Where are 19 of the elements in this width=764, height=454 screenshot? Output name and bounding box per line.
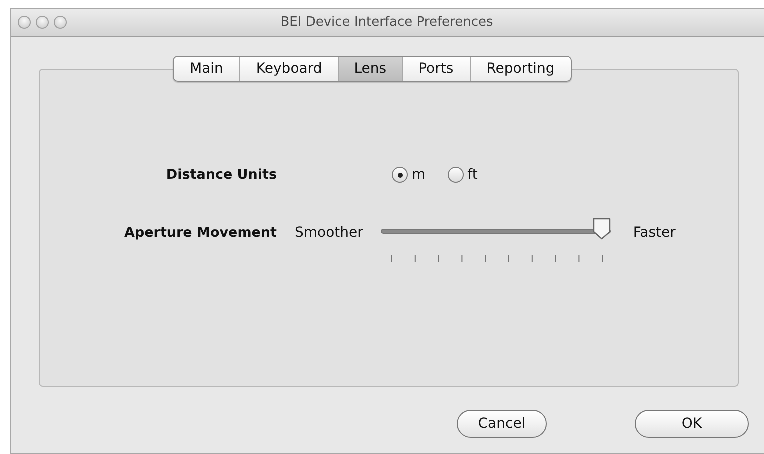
radio-label[interactable]: m [412, 167, 426, 183]
radio-label[interactable]: ft [468, 167, 478, 183]
window-title: BEI Device Interface Preferences [280, 15, 494, 30]
slider-min-label: Smoother [295, 225, 364, 241]
tab[interactable]: Lens [338, 57, 402, 81]
window-control-icon[interactable] [54, 16, 67, 29]
slider-max-label: Faster [633, 225, 676, 241]
ok-button[interactable]: OK [635, 410, 749, 438]
window-control-icon[interactable] [18, 16, 31, 29]
radio-button[interactable] [392, 167, 408, 183]
tab[interactable]: Ports [402, 57, 470, 81]
slider-thumb[interactable] [592, 217, 612, 241]
tab[interactable]: Reporting [470, 57, 571, 81]
window-control-icon[interactable] [36, 16, 49, 29]
distance-units-label: Distance Units [165, 167, 277, 183]
radio-button[interactable] [448, 167, 464, 183]
aperture-movement-label: Aperture Movement [124, 225, 277, 241]
tab[interactable]: Main [174, 57, 240, 81]
cancel-button[interactable]: Cancel [457, 410, 547, 438]
